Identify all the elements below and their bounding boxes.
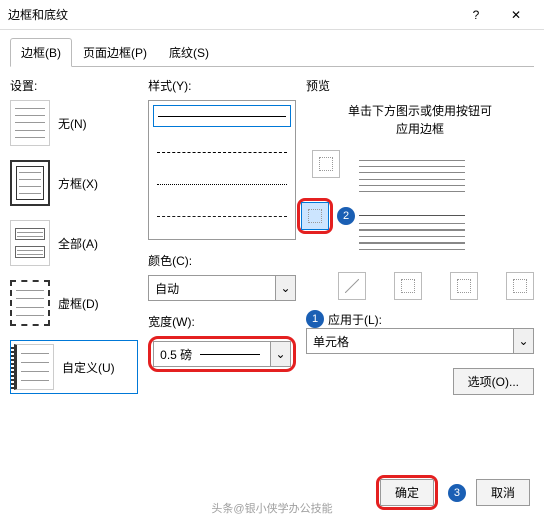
width-dropdown[interactable]: 0.5 磅 ⌄ [153,341,291,367]
preview-hint: 单击下方图示或使用按钮可 应用边框 [306,102,534,138]
border-middle-button[interactable] [301,202,329,230]
chevron-down-icon: ⌄ [275,276,295,300]
setting-custom[interactable]: 自定义(U) [10,340,138,394]
color-value: 自动 [155,280,179,297]
chevron-down-icon: ⌄ [513,329,533,353]
options-button[interactable]: 选项(O)... [453,368,534,395]
setting-dashed-label: 虚框(D) [58,295,99,312]
tab-page-border[interactable]: 页面边框(P) [72,38,158,67]
style-option-dot[interactable] [153,173,291,195]
apply-dropdown[interactable]: 单元格 ⌄ [306,328,534,354]
setting-all[interactable]: 全部(A) [10,220,138,266]
setting-none-label: 无(N) [58,115,87,132]
setting-dashed[interactable]: 虚框(D) [10,280,138,326]
width-value: 0.5 磅 [160,346,192,363]
tab-bar: 边框(B) 页面边框(P) 底纹(S) [10,38,534,67]
preview-label: 预览 [306,77,534,94]
watermark: 头条@银小侠学办公技能 [211,500,332,516]
border-top-button[interactable] [312,150,340,178]
close-button[interactable]: ✕ [496,0,536,30]
marker-1: 1 [306,310,324,328]
color-label: 颜色(C): [148,252,296,269]
border-right-button[interactable] [506,272,534,300]
apply-value: 单元格 [313,333,349,350]
apply-label: 应用于(L): [328,311,382,328]
tab-border[interactable]: 边框(B) [10,38,72,67]
preview-diagram[interactable] [352,150,472,260]
width-label: 宽度(W): [148,313,296,330]
tab-shading[interactable]: 底纹(S) [158,38,220,67]
dialog-footer: 确定 3 取消 [376,475,530,510]
style-label: 样式(Y): [148,77,296,94]
marker-3: 3 [448,484,466,502]
titlebar: 边框和底纹 ? ✕ [0,0,544,30]
style-option-dash-short[interactable] [153,205,291,227]
chevron-down-icon: ⌄ [270,342,290,366]
border-diag-button[interactable] [338,272,366,300]
border-left-button[interactable] [394,272,422,300]
setting-all-label: 全部(A) [58,235,98,252]
setting-custom-label: 自定义(U) [62,359,115,376]
style-list[interactable] [148,100,296,240]
border-center-button[interactable] [450,272,478,300]
color-dropdown[interactable]: 自动 ⌄ [148,275,296,301]
window-title: 边框和底纹 [8,6,456,23]
setting-none[interactable]: 无(N) [10,100,138,146]
style-option-dash-long[interactable] [153,141,291,163]
setting-box[interactable]: 方框(X) [10,160,138,206]
style-option-solid[interactable] [153,105,291,127]
ok-button[interactable]: 确定 [380,479,434,506]
setting-box-label: 方框(X) [58,175,98,192]
help-button[interactable]: ? [456,0,496,30]
settings-label: 设置: [10,77,138,94]
cancel-button[interactable]: 取消 [476,479,530,506]
